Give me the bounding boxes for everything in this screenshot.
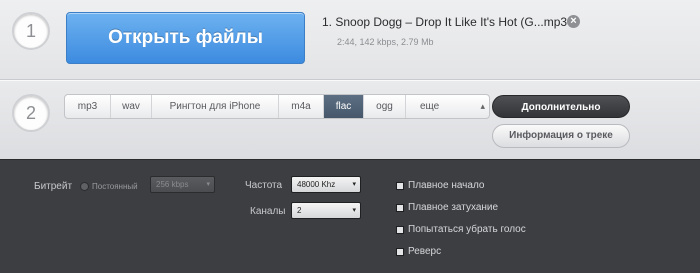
open-files-button[interactable]: Открыть файлы: [66, 12, 305, 64]
bitrate-constant-radio[interactable]: [80, 182, 89, 191]
file-title: 1. Snoop Dogg – Drop It Like It's Hot (G…: [322, 15, 568, 29]
frequency-label: Частота: [245, 180, 283, 191]
option-fade-out[interactable]: Плавное затухание: [396, 202, 498, 213]
format-ogg[interactable]: ogg: [364, 95, 406, 118]
advanced-settings-panel: Битрейт Постоянный 256 kbps ▾ Частота 48…: [0, 159, 700, 273]
chevron-down-icon: ▾: [352, 207, 356, 214]
step-2-section: 2 mp3 wav Рингтон для iPhone m4a flac og…: [0, 80, 700, 159]
bitrate-label: Битрейт: [34, 181, 73, 192]
bitrate-value: 256 kbps: [156, 180, 189, 189]
format-more-label: еще: [420, 101, 440, 112]
channels-select[interactable]: 2 ▾: [291, 202, 361, 219]
channels-label: Каналы: [250, 206, 286, 217]
option-fade-in[interactable]: Плавное начало: [396, 180, 484, 191]
reverse-label: Реверс: [408, 246, 442, 257]
step-1-number: 1: [12, 12, 50, 50]
chevron-down-icon: ▾: [352, 181, 356, 188]
fade-out-label: Плавное затухание: [408, 202, 499, 213]
remove-vocals-label: Попытаться убрать голос: [408, 224, 526, 235]
frequency-value: 48000 Khz: [297, 180, 336, 189]
advanced-button[interactable]: Дополнительно: [492, 95, 630, 118]
format-wav[interactable]: wav: [111, 95, 152, 118]
chevron-down-icon: ▾: [206, 181, 210, 188]
format-selector: mp3 wav Рингтон для iPhone m4a flac ogg …: [64, 94, 490, 119]
option-reverse[interactable]: Реверс: [396, 246, 441, 257]
reverse-checkbox[interactable]: [396, 247, 404, 256]
remove-file-icon[interactable]: ×: [567, 15, 580, 28]
option-remove-vocals[interactable]: Попытаться убрать голос: [396, 224, 526, 235]
bitrate-constant-label: Постоянный: [92, 182, 138, 191]
track-info-button[interactable]: Информация о треке: [492, 124, 630, 148]
step-2-number: 2: [12, 94, 50, 132]
fade-in-label: Плавное начало: [408, 180, 485, 191]
channels-value: 2: [297, 206, 302, 215]
format-more[interactable]: еще ▴: [406, 95, 489, 118]
updown-arrows-icon: ▴: [480, 101, 485, 111]
remove-vocals-checkbox[interactable]: [396, 225, 404, 234]
frequency-select[interactable]: 48000 Khz ▾: [291, 176, 361, 193]
format-iphone-ringtone[interactable]: Рингтон для iPhone: [152, 95, 279, 118]
file-meta: 2:44, 142 kbps, 2.79 Mb: [337, 37, 434, 47]
format-flac[interactable]: flac: [324, 95, 364, 118]
fade-in-checkbox[interactable]: [396, 181, 404, 190]
format-mp3[interactable]: mp3: [65, 95, 111, 118]
step-1-section: 1 Открыть файлы 1. Snoop Dogg – Drop It …: [0, 0, 700, 80]
bitrate-select[interactable]: 256 kbps ▾: [150, 176, 215, 193]
format-m4a[interactable]: m4a: [279, 95, 324, 118]
fade-out-checkbox[interactable]: [396, 203, 404, 212]
